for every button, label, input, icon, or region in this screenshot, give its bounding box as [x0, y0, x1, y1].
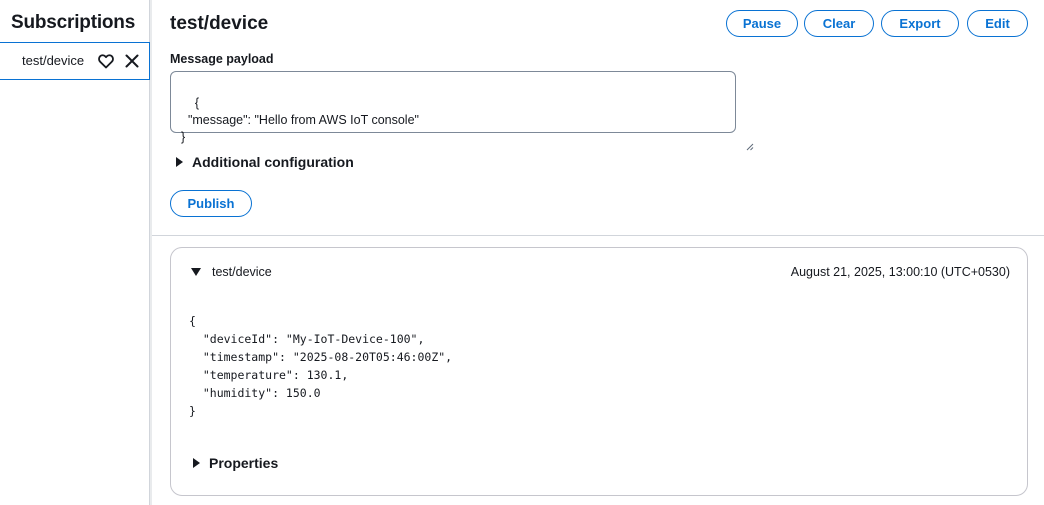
caret-down-icon [191, 268, 201, 276]
subscriptions-sidebar: Subscriptions test/device [0, 0, 150, 505]
subscription-item-test-device[interactable]: test/device [0, 42, 150, 80]
page-title: test/device [170, 13, 269, 34]
message-topic: test/device [212, 265, 272, 279]
edit-button[interactable]: Edit [967, 10, 1028, 37]
subscription-item-label: test/device [22, 53, 85, 68]
payload-label: Message payload [170, 52, 274, 66]
payload-value: { "message": "Hello from AWS IoT console… [181, 96, 419, 144]
publish-button[interactable]: Publish [170, 190, 252, 217]
payload-textarea[interactable]: { "message": "Hello from AWS IoT console… [170, 71, 754, 151]
close-icon[interactable] [123, 52, 141, 70]
additional-configuration-label: Additional configuration [192, 154, 354, 170]
topic-panel: test/device Pause Clear Export Edit Mess… [152, 0, 1044, 505]
heart-icon[interactable] [97, 52, 115, 70]
clear-button[interactable]: Clear [804, 10, 874, 37]
message-card: test/device August 21, 2025, 13:00:10 (U… [170, 247, 1028, 496]
properties-toggle[interactable]: Properties [193, 455, 278, 471]
properties-label: Properties [209, 455, 279, 471]
resize-grip-icon[interactable] [725, 122, 754, 151]
sidebar-title: Subscriptions [11, 12, 136, 33]
message-body: { "deviceId": "My-IoT-Device-100", "time… [189, 314, 453, 418]
additional-configuration-toggle[interactable]: Additional configuration [176, 154, 354, 170]
message-timestamp: August 21, 2025, 13:00:10 (UTC+0530) [790, 265, 1010, 279]
message-toggle[interactable]: test/device [191, 265, 272, 279]
section-divider [152, 235, 1044, 236]
export-button[interactable]: Export [881, 10, 959, 37]
caret-right-icon [176, 157, 183, 167]
pause-button[interactable]: Pause [726, 10, 798, 37]
caret-right-icon [193, 458, 200, 468]
